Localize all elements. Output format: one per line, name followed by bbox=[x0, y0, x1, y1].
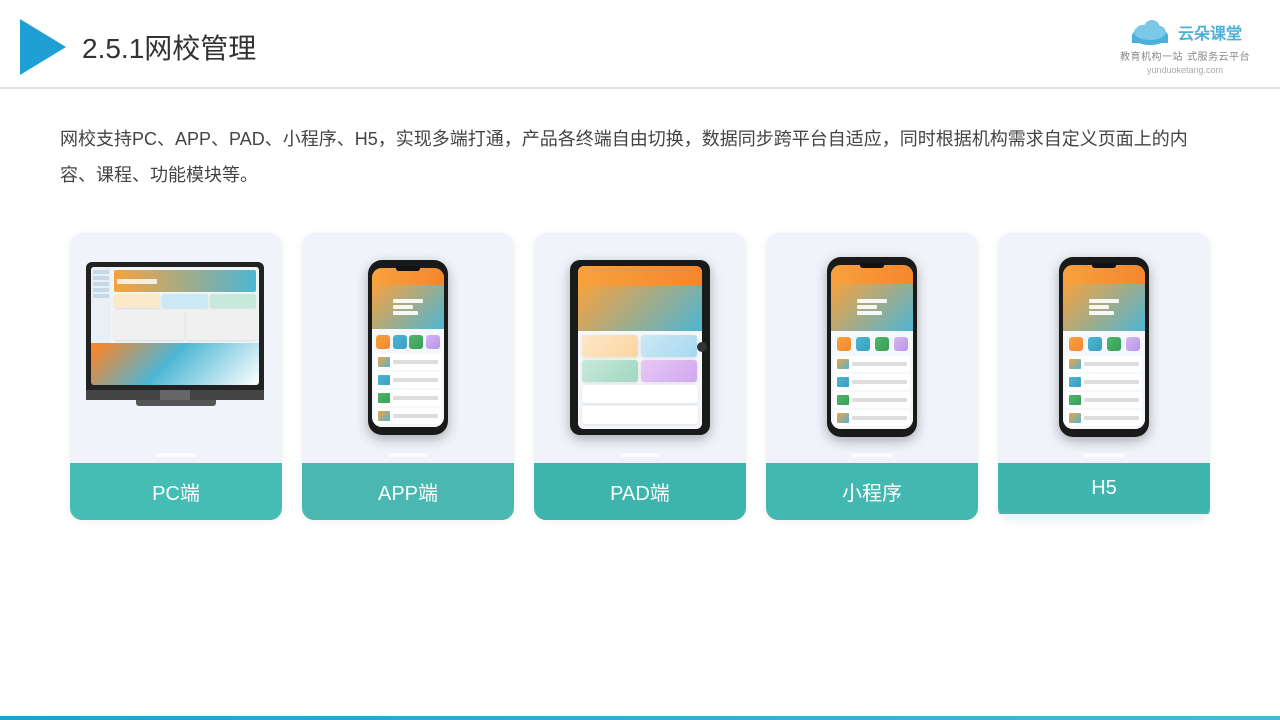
logo-cloud: 云朵课堂 bbox=[1128, 18, 1242, 46]
card-pad-image bbox=[534, 233, 746, 453]
h5-card-label: H5 bbox=[998, 463, 1210, 514]
mini-card-label: 小程序 bbox=[766, 463, 978, 520]
bottom-line bbox=[0, 716, 1280, 720]
h5-card-bar bbox=[1084, 453, 1124, 457]
logo-area: 云朵课堂 教育机构一站 式服务云平台 yunduoketang.com bbox=[1120, 18, 1250, 75]
phone-app-mockup bbox=[368, 260, 448, 435]
card-miniprogram-image bbox=[766, 233, 978, 453]
phone-mini-notch bbox=[860, 263, 884, 268]
logo-brand: 云朵课堂 bbox=[1178, 20, 1242, 44]
card-pc-image bbox=[70, 233, 282, 453]
logo-tagline: 教育机构一站 bbox=[1120, 48, 1183, 63]
title-main: 网校管理 bbox=[144, 33, 256, 64]
card-app: APP端 bbox=[302, 233, 514, 520]
pc-card-label: PC端 bbox=[70, 463, 282, 520]
cloud-icon bbox=[1128, 18, 1172, 46]
title-prefix: 2.5.1 bbox=[82, 33, 144, 64]
page-title: 2.5.1网校管理 bbox=[82, 27, 256, 67]
description-text: 网校支持PC、APP、PAD、小程序、H5，实现多端打通，产品各终端自由切换，数… bbox=[0, 89, 1280, 213]
header-left: 2.5.1网校管理 bbox=[20, 19, 256, 75]
cards-container: PC端 bbox=[0, 223, 1280, 520]
card-app-image bbox=[302, 233, 514, 453]
phone-screen bbox=[372, 268, 444, 427]
logo-tagline2: 式服务云平台 bbox=[1187, 48, 1250, 63]
logo-url: yunduoketang.com bbox=[1147, 65, 1223, 75]
header: 2.5.1网校管理 云朵课堂 教育机构一站 式服务 bbox=[0, 0, 1280, 89]
phone-mini-mockup bbox=[827, 257, 917, 437]
phone-notch bbox=[396, 266, 420, 271]
card-pc: PC端 bbox=[70, 233, 282, 520]
phone-h5-mockup bbox=[1059, 257, 1149, 437]
pad-card-bar bbox=[620, 453, 660, 457]
app-card-bar bbox=[388, 453, 428, 457]
card-h5-image bbox=[998, 233, 1210, 453]
pad-card-label: PAD端 bbox=[534, 463, 746, 520]
phone-mini-screen bbox=[831, 265, 913, 429]
tablet-home-btn bbox=[697, 342, 707, 352]
card-miniprogram: 小程序 bbox=[766, 233, 978, 520]
pc-card-bar bbox=[156, 453, 196, 457]
card-pad: PAD端 bbox=[534, 233, 746, 520]
pc-mockup bbox=[86, 262, 266, 432]
tablet-screen bbox=[578, 266, 702, 429]
tablet-mockup bbox=[570, 260, 710, 435]
description-content: 网校支持PC、APP、PAD、小程序、H5，实现多端打通，产品各终端自由切换，数… bbox=[60, 121, 1220, 193]
app-card-label: APP端 bbox=[302, 463, 514, 520]
card-h5: H5 bbox=[998, 233, 1210, 520]
mini-card-bar bbox=[852, 453, 892, 457]
phone-h5-notch bbox=[1092, 263, 1116, 268]
phone-h5-screen bbox=[1063, 265, 1145, 429]
play-icon bbox=[20, 19, 66, 75]
